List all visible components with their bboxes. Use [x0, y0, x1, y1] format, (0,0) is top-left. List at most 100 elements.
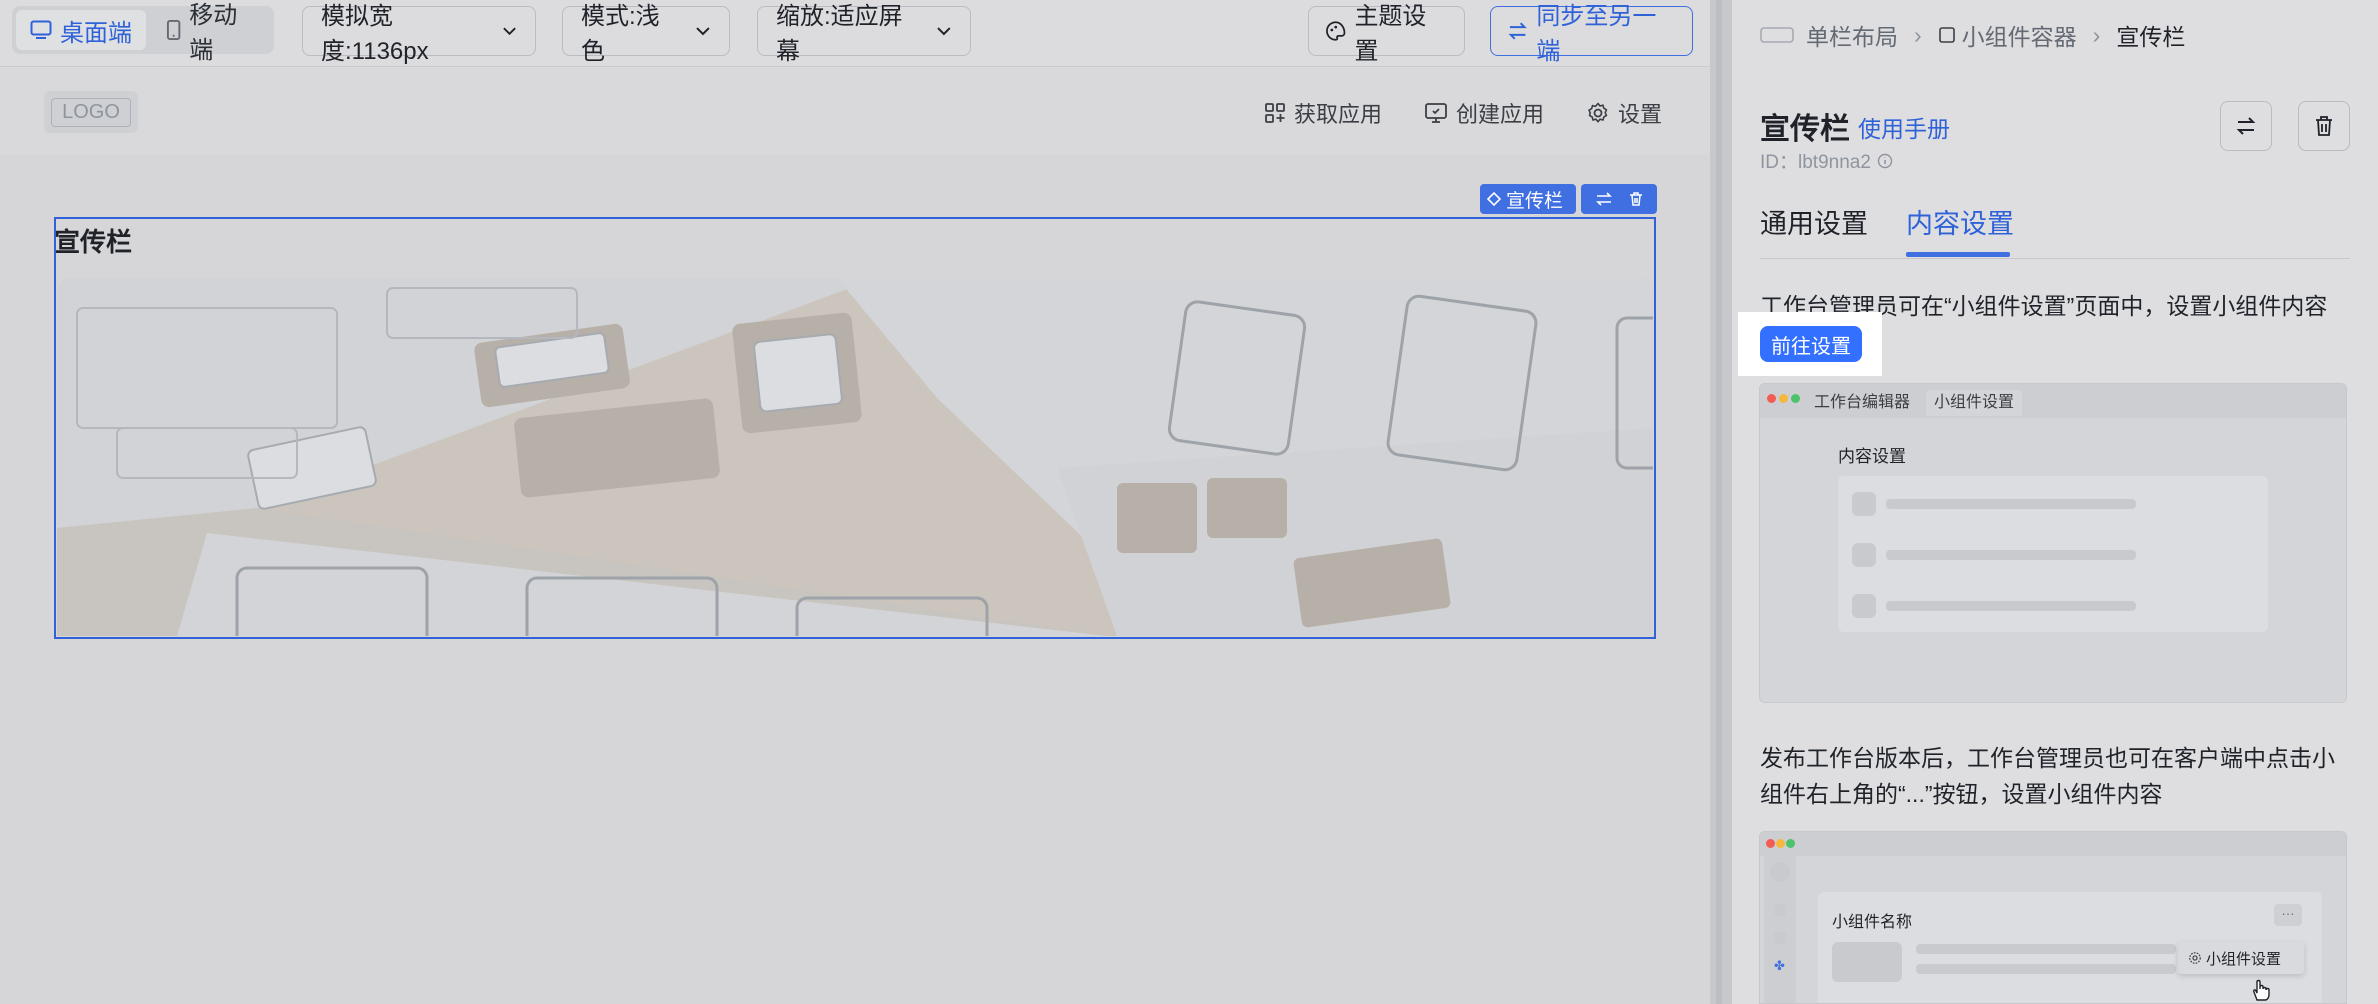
active-tab-indicator	[1906, 252, 2010, 257]
manual-link[interactable]: 使用手册	[1858, 110, 1950, 144]
logo-text: LOGO	[51, 97, 131, 127]
device-segment: 桌面端 移动端	[12, 2, 274, 64]
swap-icon[interactable]	[1595, 191, 1613, 207]
banner-image	[57, 278, 1653, 636]
mobile-icon	[166, 19, 181, 41]
preview-tab-editor: 工作台编辑器	[1814, 394, 1911, 411]
widget-id-text: ID：lbt9nna2	[1760, 152, 1871, 173]
create-app-link[interactable]: 创建应用	[1424, 97, 1544, 129]
theme-settings-button[interactable]: 主题设置	[1308, 3, 1465, 65]
replace-widget-button[interactable]	[2220, 101, 2272, 151]
skeleton-icon	[1852, 543, 1876, 567]
skeleton-line	[1886, 601, 2136, 611]
editor-canvas: LOGO 获取应用 创建应用 设置 宣传栏 宣传栏	[0, 67, 1710, 1004]
apps-add-icon	[1265, 103, 1285, 123]
sync-button[interactable]: 同步至另一端	[1490, 3, 1693, 65]
tab-general[interactable]: 通用设置	[1760, 202, 1868, 241]
preview-menu-item: 小组件设置	[2206, 950, 2282, 968]
banner-illustration	[57, 278, 1653, 636]
create-app-label: 创建应用	[1456, 102, 1545, 127]
skeleton-thumb	[1832, 942, 1902, 982]
sync-button-label: 同步至另一端	[1536, 3, 1657, 65]
logo: LOGO	[44, 91, 138, 133]
container-icon	[1938, 27, 1955, 43]
mobile-tab[interactable]: 移动端	[152, 2, 272, 64]
skeleton-icon	[1774, 904, 1786, 916]
editor-preview-image: 工作台编辑器 小组件设置 内容设置	[1759, 383, 2347, 703]
desktop-tab-label: 桌面端	[60, 19, 132, 47]
window-close-dot	[1767, 394, 1776, 403]
goto-settings-button[interactable]: 前往设置	[1760, 326, 1862, 362]
swap-icon	[1508, 22, 1527, 40]
width-select-value: 模拟宽度:1136px	[321, 3, 429, 65]
skeleton-icon	[1852, 594, 1876, 618]
skeleton-avatar	[1770, 862, 1790, 882]
skeleton-icon	[1852, 492, 1876, 516]
layout-icon	[1760, 27, 1794, 43]
widget-actions-tag	[1581, 184, 1657, 214]
splitter-line	[1716, 0, 1722, 1004]
widget-type-tag[interactable]: 宣传栏	[1480, 184, 1576, 214]
desktop-tab[interactable]: 桌面端	[16, 10, 146, 50]
window-close-dot	[1766, 839, 1775, 848]
breadcrumb-item[interactable]: 小组件容器	[1962, 18, 2077, 52]
gear-icon	[1588, 102, 1608, 123]
zoom-select-value: 缩放:适应屏幕	[776, 3, 903, 65]
trash-icon	[2316, 116, 2332, 136]
info-icon[interactable]	[1877, 153, 1893, 169]
settings-label: 设置	[1618, 102, 1663, 127]
chevron-right-icon: ›	[1914, 21, 1922, 48]
width-select[interactable]: 模拟宽度:1136px	[302, 3, 536, 65]
skeleton-line	[1886, 550, 2136, 560]
window-max-dot	[1791, 394, 1800, 403]
mobile-tab-label: 移动端	[189, 2, 238, 64]
publish-description: 发布工作台版本后，工作台管理员也可在客户端中点击小组件右上角的“...”按钮，设…	[1760, 745, 2335, 807]
theme-settings-label: 主题设置	[1354, 3, 1427, 65]
swap-icon	[2236, 117, 2256, 135]
desktop-icon	[30, 20, 52, 39]
chevron-down-icon	[937, 27, 951, 36]
palette-icon	[1326, 21, 1346, 41]
widget-tag-label: 宣传栏	[1506, 190, 1564, 212]
settings-link[interactable]: 设置	[1586, 97, 1662, 129]
mode-select[interactable]: 模式:浅色	[562, 3, 730, 65]
client-preview-image: ✤ 小组件名称 ··· 小组件设置	[1759, 831, 2347, 1004]
apps-icon: ✤	[1774, 958, 1785, 973]
skeleton-line	[1886, 499, 2136, 509]
widget-id: ID：lbt9nna2	[1760, 147, 1893, 174]
preview-tab-widget-settings: 小组件设置	[1926, 390, 2023, 416]
window-max-dot	[1786, 839, 1795, 848]
get-app-link[interactable]: 获取应用	[1264, 97, 1382, 129]
app-header: LOGO 获取应用 创建应用 设置	[0, 67, 1710, 155]
breadcrumb: 单栏布局 › 小组件容器 › 宣传栏	[1760, 18, 2185, 52]
hand-cursor-icon	[2253, 979, 2270, 1001]
mode-select-value: 模式:浅色	[581, 3, 660, 65]
widget-tag-icon	[1486, 191, 1502, 207]
preview-titlebar	[1760, 832, 2346, 856]
panel-title: 宣传栏	[1760, 113, 1850, 146]
top-toolbar: 桌面端 移动端 模拟宽度:1136px 模式:浅色 缩放:适应屏幕 主题设置 同…	[0, 0, 1710, 67]
skeleton-icon	[1774, 932, 1786, 944]
get-app-label: 获取应用	[1294, 102, 1383, 127]
panel-splitter[interactable]	[1710, 0, 1732, 1004]
window-min-dot	[1776, 839, 1785, 848]
skeleton-line	[1916, 944, 2176, 954]
gear-icon	[2189, 952, 2201, 964]
settings-tabs: 通用设置 内容设置	[1760, 198, 2350, 259]
zoom-select[interactable]: 缩放:适应屏幕	[757, 3, 971, 65]
delete-widget-button[interactable]	[2298, 101, 2350, 151]
chevron-down-icon	[696, 27, 710, 36]
chevron-down-icon	[503, 27, 516, 36]
preview-menu-popup: 小组件设置	[2178, 942, 2304, 974]
more-icon: ···	[2274, 904, 2302, 926]
monitor-icon	[1425, 103, 1447, 123]
preview-heading: 内容设置	[1838, 447, 1906, 466]
tab-content[interactable]: 内容设置	[1906, 202, 2014, 241]
breadcrumb-item[interactable]: 单栏布局	[1806, 18, 1898, 52]
trash-icon[interactable]	[1628, 191, 1644, 207]
window-min-dot	[1779, 394, 1788, 403]
preview-widget-name: 小组件名称	[1832, 914, 1913, 931]
chevron-right-icon: ›	[2092, 21, 2101, 48]
breadcrumb-current: 宣传栏	[2116, 24, 2186, 50]
skeleton-line	[1916, 964, 2176, 974]
